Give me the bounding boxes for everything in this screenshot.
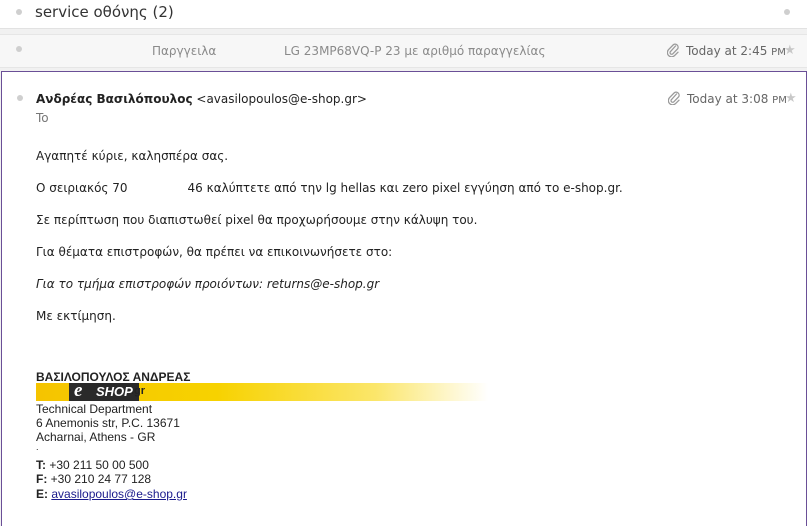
eshop-logo-shop: SHOP	[96, 384, 133, 399]
signature-name: ΒΑΣΙΛΟΠΟΥΛΟΣ ΑΝΔΡΕΑΣ	[36, 370, 191, 384]
unread-dot-icon[interactable]	[16, 9, 22, 15]
phone-label: T:	[36, 458, 46, 472]
fax-value: +30 210 24 77 128	[50, 472, 152, 486]
message-expanded: Ανδρέας Βασιλόπουλος <avasilopoulos@e-sh…	[1, 71, 807, 526]
collapsed-date-time: Today at 2:45	[686, 44, 768, 58]
email-label: E:	[36, 487, 48, 501]
to-label[interactable]: To	[36, 111, 49, 125]
sender-email[interactable]: <avasilopoulos@e-shop.gr>	[196, 92, 367, 106]
expanded-date: Today at 3:08 PM	[687, 92, 787, 106]
signature-fax: F: +30 210 24 77 128	[36, 472, 151, 486]
thread-subject: service οθόνης (2)	[35, 3, 174, 21]
eshop-logo-banner: e SHOP .gr	[36, 380, 488, 401]
signature-dot: .	[36, 442, 39, 452]
collapsed-snippet: LG 23MP68VQ-P 23 με αριθμό παραγγελίας	[284, 44, 546, 58]
body-serial-end: 46 καλύπτετε από την lg hellas και zero …	[187, 181, 623, 195]
thread-header: service οθόνης (2)	[0, 0, 807, 29]
phone-value: +30 211 50 00 500	[49, 458, 149, 472]
mail-thread-view: service οθόνης (2) Παργγειλα LG 23MP68VQ…	[0, 0, 807, 526]
attachment-icon	[667, 43, 679, 57]
eshop-logo-e: e	[74, 380, 83, 401]
body-serial-start: Ο σειριακός 70	[36, 181, 128, 195]
signature-address-1: 6 Anemonis str, P.C. 13671	[36, 416, 180, 430]
collapsed-date: Today at 2:45 PM	[686, 44, 786, 58]
unread-dot-icon[interactable]	[16, 46, 22, 52]
star-icon[interactable]: ★	[784, 44, 796, 57]
body-line-5: Για το τμήμα επιστροφών προιόντων: retur…	[36, 277, 380, 291]
signature-address-2: Acharnai, Athens - GR	[36, 430, 156, 444]
body-greeting: Αγαπητέ κύριε, καλησπέρα σας.	[36, 149, 229, 163]
fax-label: F:	[36, 472, 48, 486]
eshop-logo-gr: .gr	[131, 385, 146, 397]
signature-email: E: avasilopoulos@e-shop.gr	[36, 487, 187, 501]
star-icon[interactable]: ★	[785, 92, 797, 105]
signature-department: Technical Department	[36, 402, 153, 416]
expanded-date-time: Today at 3:08	[687, 92, 769, 106]
thread-status-dot-icon[interactable]	[784, 9, 790, 15]
message-collapsed[interactable]: Παργγειλα LG 23MP68VQ-P 23 με αριθμό παρ…	[0, 34, 807, 68]
body-line-3: Σε περίπτωση που διαπιστωθεί pixel θα πρ…	[36, 213, 478, 227]
body-closing: Με εκτίμηση.	[36, 309, 116, 323]
email-link[interactable]: avasilopoulos@e-shop.gr	[51, 487, 187, 501]
attachment-icon	[668, 91, 680, 105]
collapsed-sender: Παργγειλα	[152, 44, 217, 58]
sender-name[interactable]: Ανδρέας Βασιλόπουλος	[36, 92, 193, 106]
body-line-4: Για θέματα επιστροφών, θα πρέπει να επικ…	[36, 245, 393, 259]
body-serial-line: Ο σειριακός 70 46 καλύπτετε από την lg he…	[36, 181, 623, 195]
unread-dot-icon[interactable]	[17, 95, 23, 101]
from-line: Ανδρέας Βασιλόπουλος <avasilopoulos@e-sh…	[36, 92, 367, 106]
signature-phone: T: +30 211 50 00 500	[36, 458, 149, 472]
